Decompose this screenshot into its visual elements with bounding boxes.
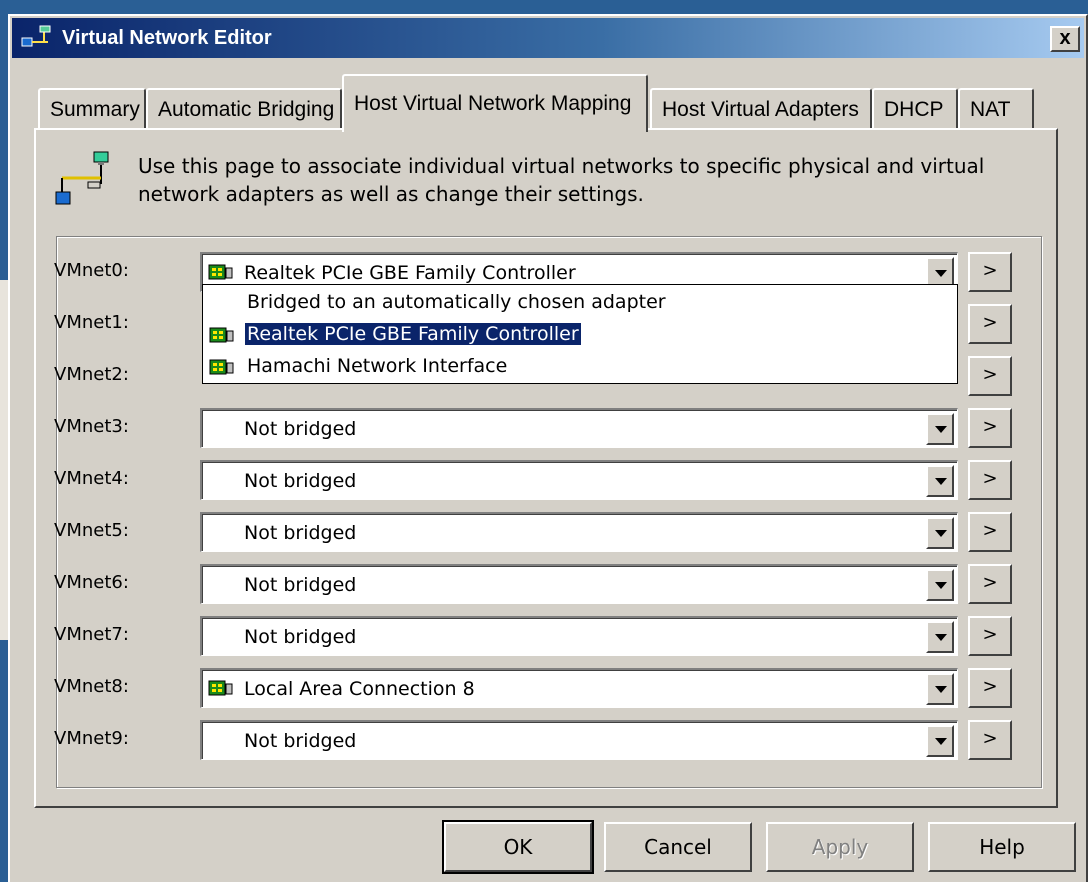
vmnet-label: VMnet9: xyxy=(54,728,129,749)
ok-button[interactable]: OK xyxy=(442,820,594,874)
apply-button[interactable]: Apply xyxy=(766,822,914,872)
vmnet-label: VMnet1: xyxy=(54,312,129,333)
vmnet-label: VMnet2: xyxy=(54,364,129,385)
dropdown-arrow-button[interactable] xyxy=(926,621,954,653)
vmnet-settings-button[interactable]: > xyxy=(968,408,1012,448)
vmnet-label: VMnet3: xyxy=(54,416,129,437)
vmnet-settings-button[interactable]: > xyxy=(968,616,1012,656)
adapter-dropdown-list[interactable]: Bridged to an automatically chosen adapt… xyxy=(202,284,958,384)
vmnet-label: VMnet8: xyxy=(54,676,129,697)
vmnet-label: VMnet4: xyxy=(54,468,129,489)
vmnet-label: VMnet5: xyxy=(54,520,129,541)
help-button[interactable]: Help xyxy=(928,822,1076,872)
dropdown-arrow-button[interactable] xyxy=(926,465,954,497)
vmnet-label: VMnet0: xyxy=(54,260,129,281)
tab-host-virtual-network-mapping[interactable]: Host Virtual Network Mapping xyxy=(342,74,648,132)
vmnet-adapter-value: Not bridged xyxy=(244,522,357,544)
vmnet-label: VMnet6: xyxy=(54,572,129,593)
tab-nat[interactable]: NAT xyxy=(958,88,1034,130)
dropdown-arrow-button[interactable] xyxy=(926,673,954,705)
vmnet-settings-button[interactable]: > xyxy=(968,668,1012,708)
virtual-network-editor-window: Virtual Network Editor x Summary Automat… xyxy=(8,14,1088,882)
vmnet-adapter-value: Local Area Connection 8 xyxy=(244,678,475,700)
tab-host-virtual-adapters[interactable]: Host Virtual Adapters xyxy=(650,88,872,130)
dropdown-option[interactable]: Bridged to an automatically chosen adapt… xyxy=(203,289,959,319)
network-editor-icon xyxy=(21,25,51,47)
dropdown-option-label: Bridged to an automatically chosen adapt… xyxy=(247,291,666,313)
dropdown-arrow-button[interactable] xyxy=(926,725,954,757)
vmnet-settings-button[interactable]: > xyxy=(968,304,1012,344)
vmnet-adapter-combo[interactable]: Not bridged xyxy=(200,408,958,448)
vmnet-adapter-combo[interactable]: Not bridged xyxy=(200,720,958,760)
network-mapping-icon xyxy=(55,151,109,205)
vmnet-adapter-combo[interactable]: Not bridged xyxy=(200,512,958,552)
network-card-icon xyxy=(209,359,234,375)
vmnet-adapter-combo[interactable]: Not bridged xyxy=(200,460,958,500)
cancel-button[interactable]: Cancel xyxy=(604,822,752,872)
dropdown-arrow-button[interactable] xyxy=(926,413,954,445)
vmnet-adapter-value: Not bridged xyxy=(244,574,357,596)
title-bar[interactable]: Virtual Network Editor x xyxy=(12,18,1084,58)
vmnet-adapter-value: Realtek PCIe GBE Family Controller xyxy=(244,262,576,284)
dropdown-arrow-button[interactable] xyxy=(926,569,954,601)
dropdown-arrow-button[interactable] xyxy=(926,517,954,549)
vmnet-adapter-combo[interactable]: Local Area Connection 8 xyxy=(200,668,958,708)
network-card-icon xyxy=(208,264,233,280)
dropdown-option-selected[interactable]: Realtek PCIe GBE Family Controller xyxy=(203,321,959,351)
vmnet-settings-button[interactable]: > xyxy=(968,512,1012,552)
vmnet-settings-button[interactable]: > xyxy=(968,252,1012,292)
close-button[interactable]: x xyxy=(1050,26,1080,52)
info-description: Use this page to associate individual vi… xyxy=(138,154,985,206)
dropdown-option-label: Realtek PCIe GBE Family Controller xyxy=(244,322,582,346)
network-card-icon xyxy=(209,327,234,343)
tab-summary[interactable]: Summary xyxy=(38,88,146,130)
vmnet-adapter-value: Not bridged xyxy=(244,626,357,648)
vmnet-settings-button[interactable]: > xyxy=(968,460,1012,500)
vmnet-adapter-value: Not bridged xyxy=(244,418,357,440)
network-card-icon xyxy=(208,680,233,696)
dropdown-option-label: Hamachi Network Interface xyxy=(247,355,508,377)
vmnet-label: VMnet7: xyxy=(54,624,129,645)
vmnet-adapter-value: Not bridged xyxy=(244,730,357,752)
vmnet-adapter-value: Not bridged xyxy=(244,470,357,492)
dropdown-option[interactable]: Hamachi Network Interface xyxy=(203,353,959,383)
vmnet-settings-button[interactable]: > xyxy=(968,564,1012,604)
tab-strip: Summary Automatic Bridging Host Virtual … xyxy=(38,74,1048,132)
tab-dhcp[interactable]: DHCP xyxy=(872,88,958,130)
window-title: Virtual Network Editor xyxy=(62,27,272,49)
vmnet-adapter-combo[interactable]: Not bridged xyxy=(200,616,958,656)
tab-automatic-bridging[interactable]: Automatic Bridging xyxy=(146,88,342,130)
vmnet-adapter-combo[interactable]: Not bridged xyxy=(200,564,958,604)
vmnet-settings-button[interactable]: > xyxy=(968,720,1012,760)
vmnet-settings-button[interactable]: > xyxy=(968,356,1012,396)
